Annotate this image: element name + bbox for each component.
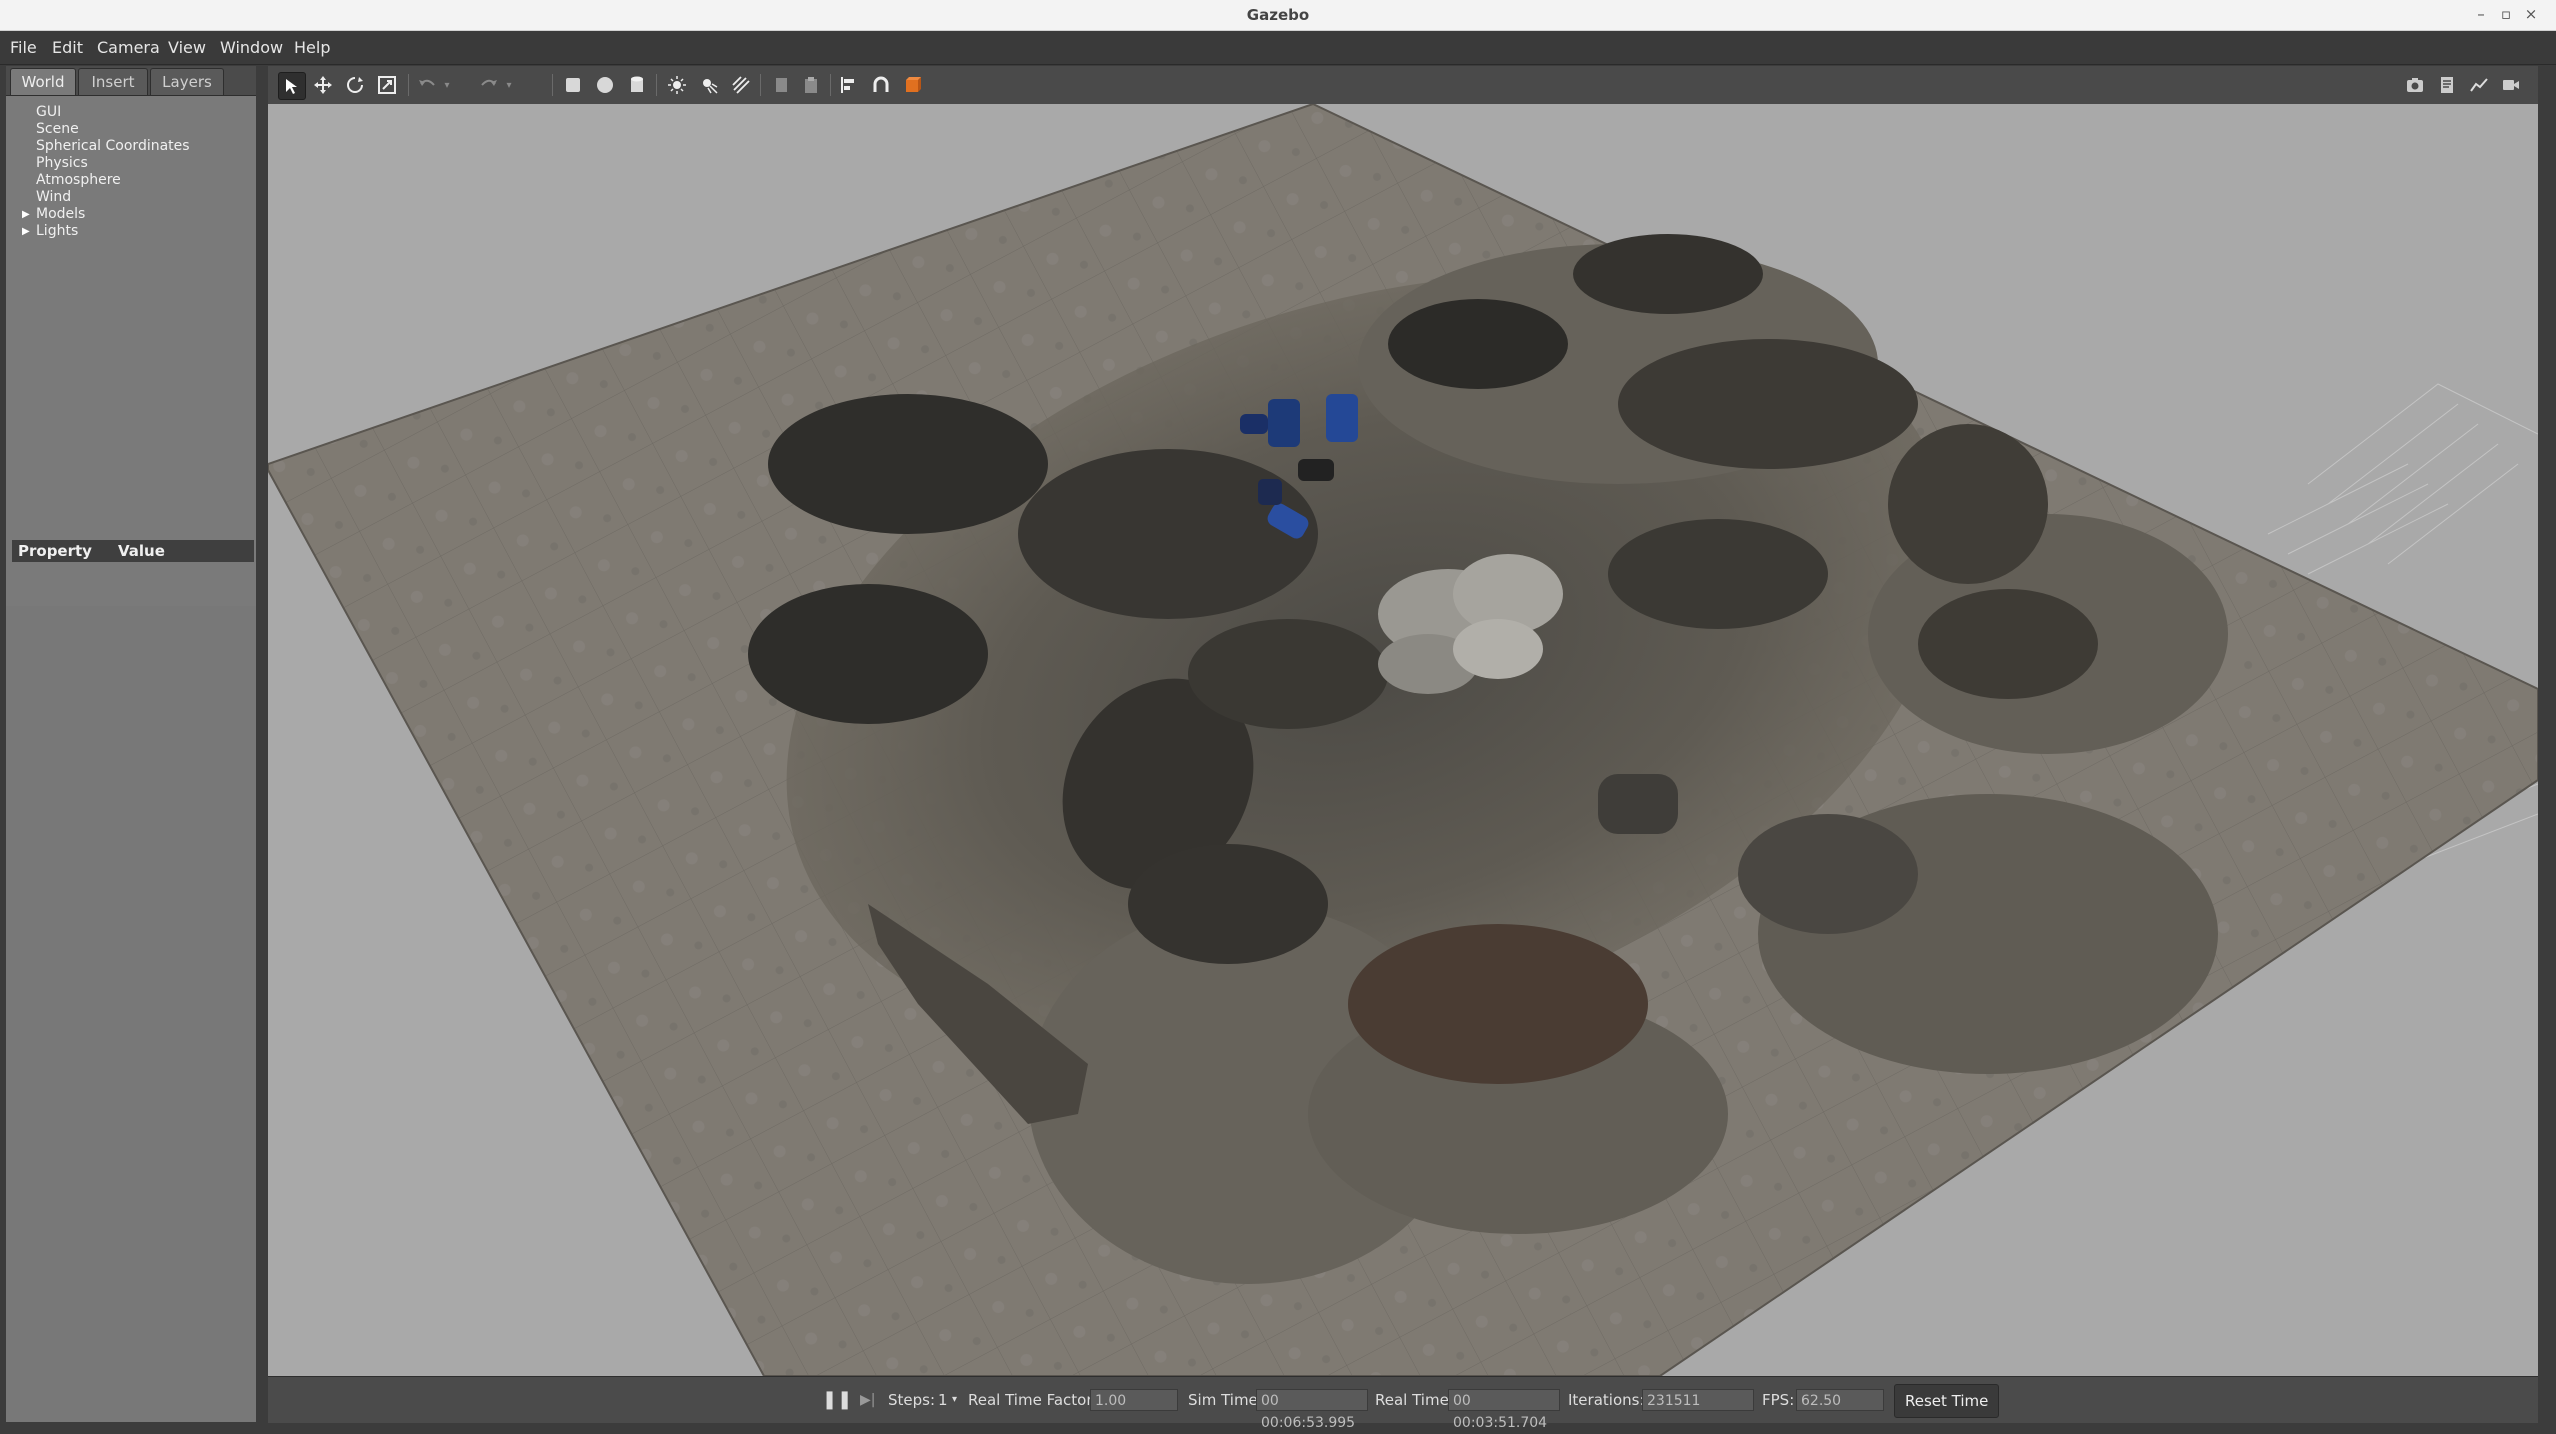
tab-layers[interactable]: Layers	[150, 68, 224, 95]
spot-light-icon[interactable]	[696, 72, 722, 98]
record-icon[interactable]	[2498, 72, 2524, 98]
snap-icon[interactable]	[868, 72, 894, 98]
tab-world[interactable]: World	[10, 68, 76, 95]
screenshot-icon[interactable]	[2402, 72, 2428, 98]
tree-item-atmosphere[interactable]: Atmosphere	[36, 172, 121, 189]
cylinder-icon[interactable]	[624, 72, 650, 98]
toolbar-separator	[830, 74, 831, 96]
undo-dropdown-icon[interactable]: ▾	[440, 72, 454, 98]
tree-item-scene[interactable]: Scene	[36, 121, 79, 138]
log-icon[interactable]	[2434, 72, 2460, 98]
step-icon[interactable]: ▶|	[860, 1377, 875, 1423]
sphere-icon[interactable]	[592, 72, 618, 98]
tree-item-gui[interactable]: GUI	[36, 104, 61, 121]
value-column-header: Value	[118, 542, 165, 560]
steps-dropdown-icon[interactable]: ▾	[952, 1377, 957, 1423]
plot-icon[interactable]	[2466, 72, 2492, 98]
redo-icon[interactable]	[476, 72, 502, 98]
menu-camera[interactable]: Camera	[97, 31, 160, 64]
iterations-label: Iterations:	[1568, 1391, 1645, 1409]
steps-label: Steps:	[888, 1391, 936, 1409]
pause-icon[interactable]: ❚❚	[822, 1377, 852, 1423]
menu-help[interactable]: Help	[294, 31, 330, 64]
menu-bar: File Edit Camera View Window Help	[0, 31, 2556, 65]
rtf-label: Real Time Factor:	[968, 1391, 1098, 1409]
redo-dropdown-icon[interactable]: ▾	[502, 72, 516, 98]
real-time-label: Real Time:	[1375, 1391, 1454, 1409]
property-column-header: Property	[18, 542, 92, 560]
menu-view[interactable]: View	[168, 31, 206, 64]
left-panel: World Insert Layers GUI Scene Spherical …	[6, 66, 256, 1422]
tree-item-physics[interactable]: Physics	[36, 155, 88, 172]
paste-icon[interactable]	[798, 72, 824, 98]
scale-icon[interactable]	[374, 72, 400, 98]
change-view-icon[interactable]	[900, 72, 926, 98]
sim-time-label: Sim Time:	[1188, 1391, 1263, 1409]
iterations-field: 231511	[1642, 1389, 1754, 1411]
translate-icon[interactable]	[310, 72, 336, 98]
reset-time-button[interactable]: Reset Time	[1894, 1384, 2000, 1418]
scene-viewport[interactable]	[268, 104, 2538, 1376]
right-splitter[interactable]	[2538, 66, 2556, 1422]
property-panel	[6, 606, 256, 1422]
steps-value[interactable]: 1	[938, 1377, 948, 1423]
sim-time-field: 00 00:06:53.995	[1256, 1389, 1368, 1431]
rotate-icon[interactable]	[342, 72, 368, 98]
undo-icon[interactable]	[414, 72, 440, 98]
scene-render	[268, 104, 2538, 1376]
fps-label: FPS:	[1762, 1391, 1795, 1409]
menu-file[interactable]: File	[10, 31, 37, 64]
box-icon[interactable]	[560, 72, 586, 98]
world-tree: GUI Scene Spherical Coordinates Physics …	[6, 95, 256, 606]
bottom-bar: ❚❚ ▶| Steps: 1 ▾ Real Time Factor: 1.00 …	[268, 1376, 2538, 1431]
tree-item-spherical-coordinates[interactable]: Spherical Coordinates	[36, 138, 190, 155]
toolbar-separator	[408, 74, 409, 96]
toolbar-separator	[760, 74, 761, 96]
toolbar-separator	[656, 74, 657, 96]
toolbar-separator	[552, 74, 553, 96]
select-icon[interactable]	[278, 72, 306, 100]
menu-window[interactable]: Window	[220, 31, 283, 64]
real-time-field: 00 00:03:51.704	[1448, 1389, 1560, 1431]
copy-icon[interactable]	[768, 72, 794, 98]
align-icon[interactable]	[836, 72, 862, 98]
menu-edit[interactable]: Edit	[52, 31, 83, 64]
title-bar: Gazebo – ▫ ×	[0, 0, 2556, 31]
property-header: Property Value	[12, 540, 254, 562]
expand-lights-icon[interactable]: ▶	[22, 223, 30, 240]
tab-insert[interactable]: Insert	[78, 68, 148, 95]
tree-item-wind[interactable]: Wind	[36, 189, 71, 206]
tree-item-models[interactable]: Models	[36, 206, 85, 223]
close-button[interactable]: ×	[2516, 0, 2546, 30]
point-light-icon[interactable]	[664, 72, 690, 98]
toolbar: ▾ ▾	[268, 66, 2538, 105]
rtf-field: 1.00	[1090, 1389, 1178, 1411]
tree-item-lights[interactable]: Lights	[36, 223, 78, 240]
window-title: Gazebo	[1246, 6, 1310, 24]
panel-splitter[interactable]	[258, 66, 266, 1422]
directional-light-icon[interactable]	[728, 72, 754, 98]
fps-field: 62.50	[1796, 1389, 1884, 1411]
expand-models-icon[interactable]: ▶	[22, 206, 30, 223]
